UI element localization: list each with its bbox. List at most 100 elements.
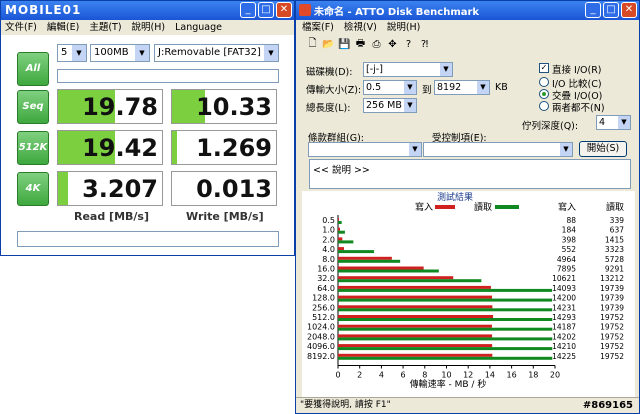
results-chart: 測試結果 寫入 讀取 寫入 讀取 傳輸速率 - MB / 秒 0 2 4 6 8 10 12… [307,191,625,390]
legend-write-swatch [435,205,455,209]
4k-read-cell: 3.207 [57,171,163,206]
size-select[interactable]: 100MB ▼ [90,44,150,62]
transfer-from-select[interactable]: 0.5 ▼ [363,80,417,95]
drive-select[interactable]: J:Removable [FAT32] ▼ [154,44,279,62]
read-bar [338,347,553,351]
read-bar [338,356,553,360]
seq-read-value: 19.78 [82,93,158,121]
total-length-label: 總長度(L): [306,103,351,114]
start-button[interactable]: 開始(S) [579,141,627,157]
read-bar [338,298,553,302]
read-value-label: 1415 [605,235,624,244]
count-select[interactable]: 5 ▼ [57,44,87,62]
results-panel: 測試結果 寫入 讀取 寫入 讀取 傳輸速率 - MB / 秒 0 2 4 6 8 10 12… [302,191,635,397]
seq-write-cell: 10.33 [171,89,277,124]
4k-write-cell: 0.013 [171,171,277,206]
atto-title: 未命名 - ATTO Disk Benchmark [314,7,480,18]
seq-button[interactable]: Seq [17,90,49,124]
read-value-label: 19739 [600,303,624,312]
chevron-down-icon: ▼ [560,143,572,156]
menu-help[interactable]: 說明(H) [132,20,166,35]
write-bar [338,353,493,357]
comment-input[interactable] [17,231,279,247]
legend-write-label: 寫入 [415,201,433,213]
menu-language[interactable]: Language [175,20,222,35]
category-label: 16.0 [317,265,335,274]
write-value-label: 7895 [557,265,576,274]
close-button[interactable]: ✕ [621,2,637,18]
context-help-icon[interactable]: ⁈ [418,39,431,50]
cdm-title-bar: MOBILE01 _ □ ✕ [1,1,294,20]
minimize-button[interactable]: _ [585,2,601,18]
legend-read-swatch [495,205,519,209]
x-tick-label: 12 [463,371,473,380]
menu-edit[interactable]: 編輯(E) [47,20,79,35]
drive-select[interactable]: [-j-] ▼ [363,62,453,77]
close-button[interactable]: ✕ [276,2,292,18]
512k-button[interactable]: 512K [17,131,49,165]
neither-label: 兩者都不(N) [552,103,605,114]
write-bar [338,247,344,251]
drive-value: [-j-] [366,64,383,75]
restriction-select[interactable]: ▼ [423,142,573,157]
new-icon[interactable]: 🗋 [306,36,319,53]
neither-radio[interactable] [539,101,549,111]
menu-help[interactable]: 說明(H) [387,20,421,35]
4k-button[interactable]: 4K [17,172,49,206]
chevron-down-icon: ▼ [440,63,452,76]
preview-icon[interactable]: ⎙ [370,39,383,50]
write-bar [338,315,494,318]
minimize-button[interactable]: _ [240,2,256,18]
write-value-label: 14293 [552,313,576,322]
category-label: 1024.0 [307,323,335,332]
move-icon[interactable]: ✥ [386,39,399,50]
write-value-label: 10621 [552,274,576,283]
help-icon[interactable]: ? [402,39,415,50]
legend-read-label: 讀取 [474,201,492,213]
io-compare-radio[interactable] [539,77,549,87]
x-tick-label: 2 [357,371,362,380]
menu-theme[interactable]: 主題(T) [89,20,121,35]
maximize-button[interactable]: □ [603,2,619,18]
overlapped-io-radio[interactable] [539,89,549,99]
write-column-header: 寫入 [558,201,576,213]
queue-depth-label: 佇列深度(Q): [522,121,579,132]
to-label: 到 [422,85,432,96]
control-group-select[interactable]: ▼ [308,142,422,157]
transfer-to-select[interactable]: 8192 ▼ [434,80,490,95]
write-bar [338,305,493,309]
drive-value: J:Removable [FAT32] [158,47,261,58]
direct-io-checkbox[interactable]: ✓ [539,63,549,73]
atto-title-bar: 未命名 - ATTO Disk Benchmark _ □ ✕ [296,1,639,20]
chevron-down-icon: ▼ [618,116,630,129]
write-bar [338,324,492,328]
open-icon[interactable]: 📂 [322,39,335,50]
read-value-label: 13212 [600,274,624,283]
direct-io-label: 直接 I/O(R) [552,65,602,76]
write-value-label: 14210 [552,342,576,351]
512k-write-cell: 1.269 [171,130,277,165]
save-icon[interactable]: 💾 [338,39,351,50]
description-box[interactable]: << 說明 >> [309,159,631,189]
app-icon [299,4,311,16]
write-bar [338,227,340,231]
x-tick-label: 16 [507,371,517,380]
menu-view[interactable]: 檢視(V) [344,20,377,35]
category-label: 0.5 [322,216,335,225]
queue-depth-select[interactable]: 4 ▼ [596,115,631,130]
total-length-select[interactable]: 256 MB ▼ [363,98,417,113]
read-value-label: 339 [610,216,625,225]
menu-file[interactable]: 檔案(F) [302,20,334,35]
all-button[interactable]: All [17,52,49,86]
maximize-button[interactable]: □ [258,2,274,18]
chart-title: 測試結果 [437,191,473,203]
category-label: 512.0 [312,313,335,322]
transfer-size-label: 傳輸大小(Z): [306,85,362,96]
print-icon[interactable]: 🖶 [354,36,367,53]
menu-file[interactable]: 文件(F) [5,20,37,35]
read-bar [338,269,439,273]
category-label: 2.0 [322,235,335,244]
write-bar [338,295,493,299]
write-bar [338,334,493,338]
write-header: Write [MB/s] [186,210,264,223]
